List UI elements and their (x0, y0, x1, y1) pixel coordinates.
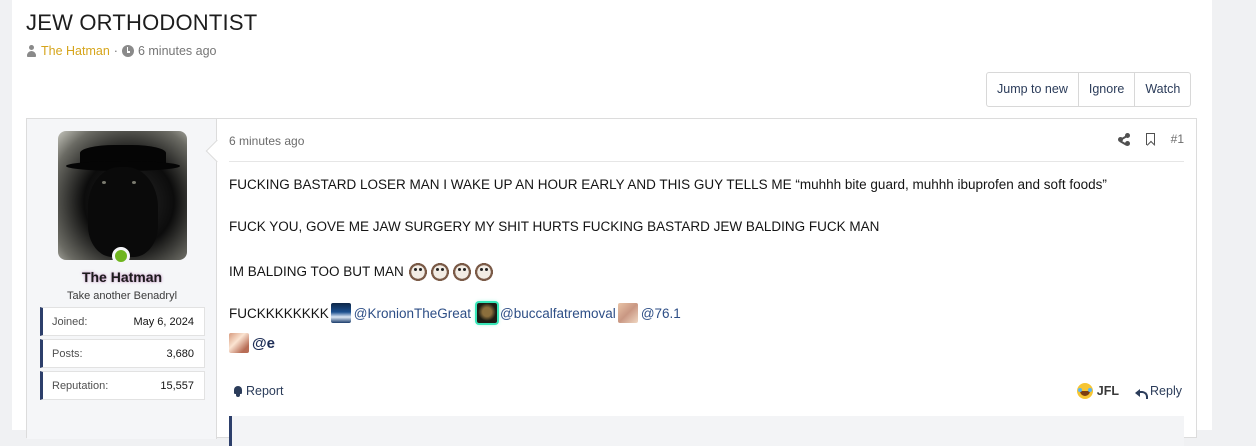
skull-emote-icon (473, 261, 494, 281)
thread-time[interactable]: 6 minutes ago (138, 44, 217, 58)
bell-icon (233, 385, 243, 397)
post-tools: #1 (1117, 132, 1184, 146)
stat-value: 15,557 (160, 379, 194, 392)
divider (229, 161, 1184, 162)
reply-icon (1135, 387, 1149, 399)
quote-block (229, 416, 1184, 446)
post-number[interactable]: #1 (1171, 132, 1184, 146)
skull-emote-icon (407, 261, 428, 281)
page: JEW ORTHODONTIST The Hatman · 6 minutes … (12, 0, 1212, 446)
post-line: @e (229, 333, 275, 353)
mention-link[interactable]: @KronionTheGreat (354, 306, 471, 321)
report-button[interactable]: Report (233, 384, 284, 398)
stat-joined: Joined: May 6, 2024 (40, 307, 205, 336)
post-line: IM BALDING TOO BUT MAN (229, 261, 494, 281)
mention-link[interactable]: @e (252, 335, 275, 352)
thread-toolbar: Jump to new Ignore Watch (986, 72, 1192, 107)
thread-title: JEW ORTHODONTIST (26, 10, 258, 35)
mention-link[interactable]: @76.1 (641, 306, 681, 321)
stat-label: Joined: (52, 315, 88, 328)
meta-separator: · (113, 44, 118, 58)
stat-value: May 6, 2024 (133, 315, 194, 328)
mention-avatar (330, 303, 351, 323)
user-icon (26, 45, 37, 57)
mention-avatar (617, 303, 638, 323)
post-line: FUCKKKKKKKK @KronionTheGreat @buccalfatr… (229, 303, 681, 323)
username[interactable]: The Hatman (27, 269, 217, 285)
face-shape (88, 167, 158, 257)
bookmark-icon[interactable] (1145, 133, 1155, 145)
user-title: Take another Benadryl (66, 290, 178, 302)
post-line: FUCKING BASTARD LOSER MAN I WAKE UP AN H… (229, 177, 1107, 192)
user-cell: The Hatman Take another Benadryl Joined:… (27, 119, 217, 439)
avatar[interactable] (58, 131, 187, 260)
post-text: FUCKKKKKKKK (229, 305, 329, 321)
reaction-label: JFL (1096, 384, 1120, 398)
ignore-button[interactable]: Ignore (1079, 73, 1136, 106)
mention-avatar (229, 333, 249, 353)
mention-link[interactable]: @buccalfatremoval (500, 306, 616, 321)
stat-value: 3,680 (166, 347, 194, 360)
post-time[interactable]: 6 minutes ago (229, 134, 304, 148)
post-text: IM BALDING TOO BUT MAN (229, 263, 404, 279)
stat-label: Posts: (52, 347, 83, 360)
reply-label: Reply (1150, 384, 1182, 398)
thread-meta: The Hatman · 6 minutes ago (26, 44, 216, 58)
jump-to-new-button[interactable]: Jump to new (987, 73, 1079, 106)
report-label: Report (246, 384, 284, 398)
eye-shape (102, 181, 106, 184)
online-status-dot (112, 247, 130, 265)
skull-emote-icon (429, 261, 450, 281)
post: The Hatman Take another Benadryl Joined:… (26, 118, 1197, 446)
stat-reputation: Reputation: 15,557 (40, 371, 205, 400)
watch-button[interactable]: Watch (1135, 73, 1190, 106)
share-icon[interactable] (1117, 132, 1130, 146)
skull-emote-icon (451, 261, 472, 281)
stat-posts: Posts: 3,680 (40, 339, 205, 368)
clock-icon (121, 45, 134, 57)
stat-label: Reputation: (52, 379, 109, 392)
mention-avatar (477, 303, 498, 323)
post-line: FUCK YOU, GOVE ME JAW SURGERY MY SHIT HU… (229, 219, 880, 234)
thread-author-link[interactable]: The Hatman (41, 44, 110, 58)
post-actions: JFL Reply (1076, 383, 1182, 399)
reply-button[interactable]: Reply (1135, 384, 1182, 399)
reaction-button[interactable]: JFL (1076, 383, 1120, 399)
laughing-emoji-icon (1076, 383, 1093, 399)
eye-shape (132, 181, 136, 184)
post-content: 6 minutes ago #1 FUCKING BASTARD LOSER M… (218, 119, 1196, 446)
